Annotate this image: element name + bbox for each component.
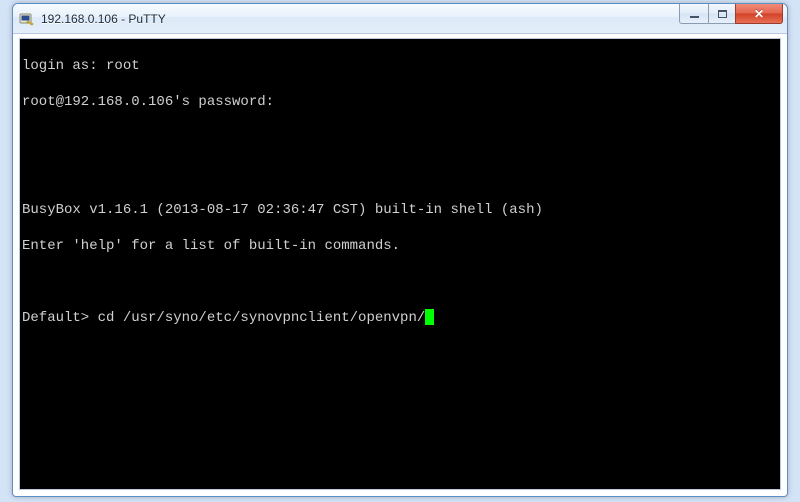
terminal-line bbox=[22, 129, 778, 147]
cursor bbox=[425, 309, 434, 325]
window-title: 192.168.0.106 - PuTTY bbox=[41, 12, 166, 26]
window-controls: ✕ bbox=[679, 4, 783, 24]
terminal-prompt-line: Default> cd /usr/syno/etc/synovpnclient/… bbox=[22, 309, 778, 327]
terminal-line: Enter 'help' for a list of built-in comm… bbox=[22, 237, 778, 255]
maximize-icon bbox=[718, 10, 727, 18]
close-icon: ✕ bbox=[754, 7, 764, 21]
terminal[interactable]: login as: root root@192.168.0.106's pass… bbox=[20, 39, 780, 489]
terminal-frame: login as: root root@192.168.0.106's pass… bbox=[19, 38, 781, 490]
close-button[interactable]: ✕ bbox=[735, 4, 783, 24]
putty-window: 192.168.0.106 - PuTTY ✕ login as: root r… bbox=[12, 3, 788, 497]
terminal-line bbox=[22, 273, 778, 291]
titlebar[interactable]: 192.168.0.106 - PuTTY ✕ bbox=[13, 4, 787, 34]
putty-icon bbox=[19, 11, 35, 27]
terminal-line: BusyBox v1.16.1 (2013-08-17 02:36:47 CST… bbox=[22, 201, 778, 219]
minimize-button[interactable] bbox=[679, 4, 708, 24]
prompt-text: Default> cd /usr/syno/etc/synovpnclient/… bbox=[22, 310, 425, 326]
terminal-line: login as: root bbox=[22, 57, 778, 75]
terminal-line: root@192.168.0.106's password: bbox=[22, 93, 778, 111]
minimize-icon bbox=[690, 16, 699, 18]
terminal-line bbox=[22, 165, 778, 183]
maximize-button[interactable] bbox=[708, 4, 735, 24]
